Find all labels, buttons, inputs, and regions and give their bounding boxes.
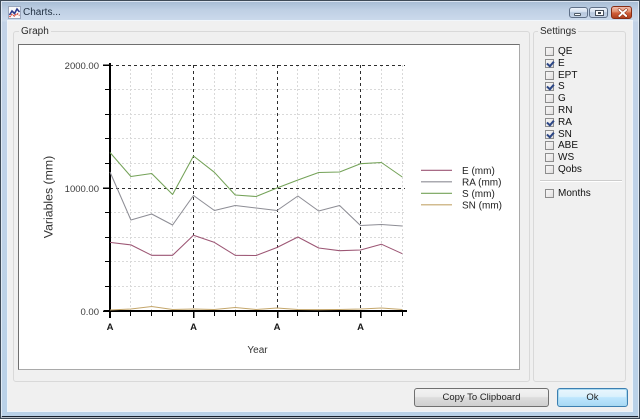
svg-text:A: A	[107, 322, 114, 333]
svg-text:2000.00: 2000.00	[65, 61, 99, 72]
svg-text:S (mm): S (mm)	[462, 189, 495, 200]
svg-text:SN (mm): SN (mm)	[462, 201, 502, 212]
svg-text:A: A	[190, 322, 197, 333]
svg-text:0.00: 0.00	[81, 307, 100, 318]
svg-text:A: A	[357, 322, 364, 333]
svg-text:1000.00: 1000.00	[65, 184, 99, 195]
svg-text:E (mm): E (mm)	[462, 166, 495, 177]
svg-text:RA (mm): RA (mm)	[462, 178, 501, 189]
svg-text:Variables (mm): Variables (mm)	[42, 156, 56, 238]
svg-text:Year: Year	[247, 345, 268, 356]
svg-text:A: A	[274, 322, 281, 333]
